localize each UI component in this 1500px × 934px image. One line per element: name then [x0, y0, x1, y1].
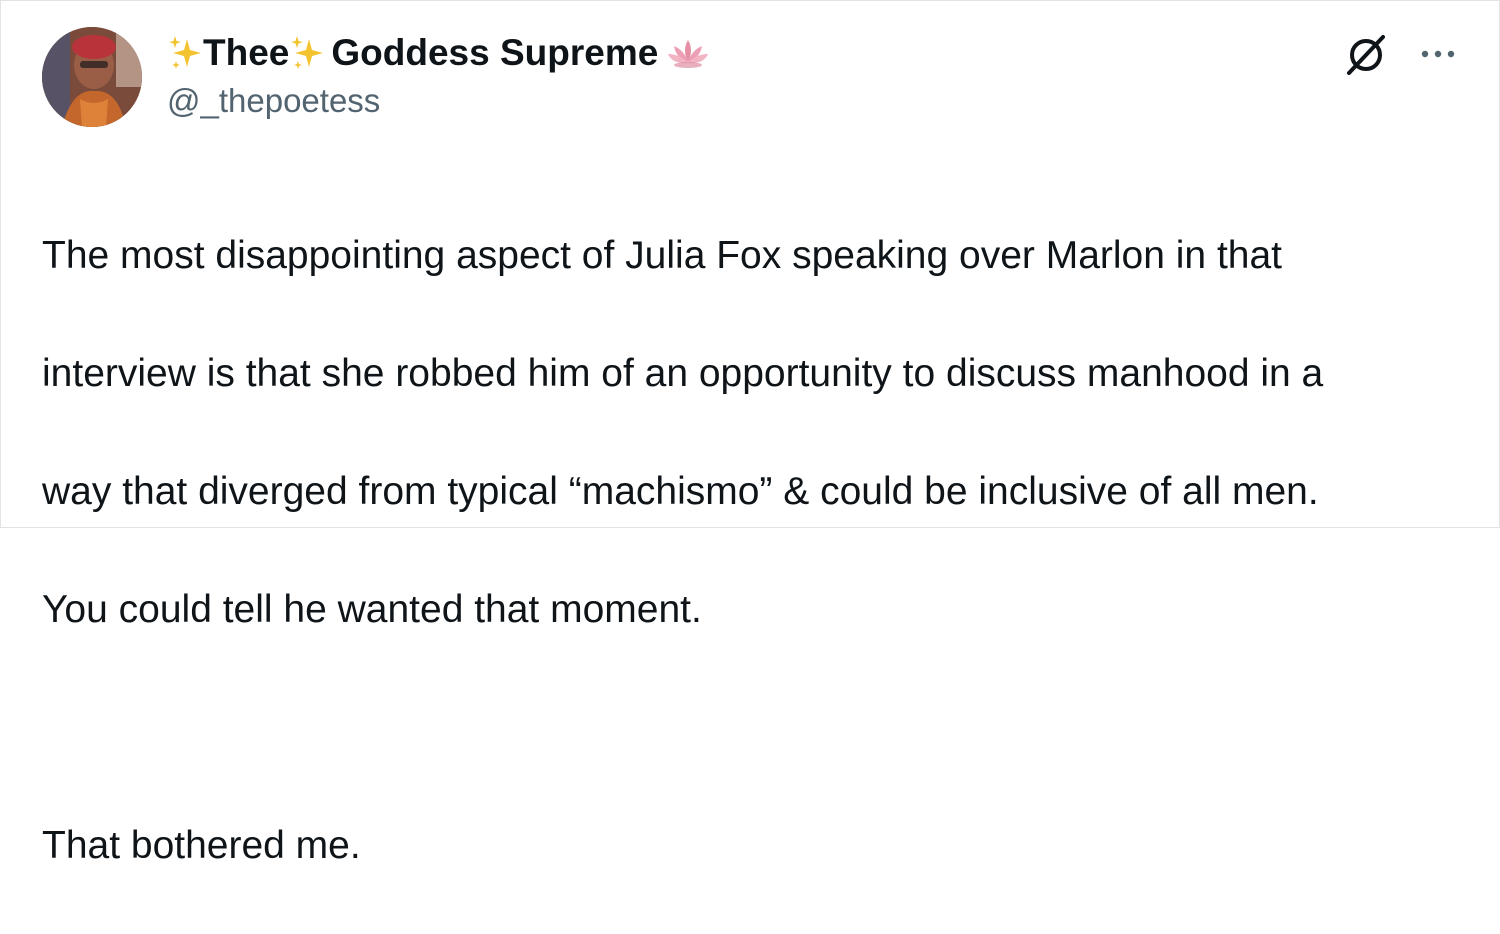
tweet-text-spacer: [42, 698, 1482, 757]
tweet-text-line: You could tell he wanted that moment.: [42, 588, 702, 631]
display-name[interactable]: Thee Goddess Supreme: [167, 31, 710, 75]
grok-icon[interactable]: [1343, 31, 1389, 77]
more-options-icon[interactable]: [1417, 39, 1459, 69]
tweet-card: Thee Goddess Supreme @_thepoetess The mo…: [0, 0, 1500, 867]
avatar[interactable]: [42, 27, 142, 127]
author-handle[interactable]: @_thepoetess: [167, 81, 710, 121]
display-name-part1: Thee: [203, 32, 290, 73]
tweet-text-line: way that diverged from typical “machismo…: [42, 470, 1319, 513]
tweet-text-line: The most disappointing aspect of Julia F…: [42, 234, 1283, 277]
display-name-part2: Goddess Supreme: [331, 32, 659, 73]
tweet-text: The most disappointing aspect of Julia F…: [42, 167, 1482, 934]
sparkles-icon: [291, 36, 324, 69]
sparkles-icon: [169, 36, 201, 69]
tweet-text-line: interview is that she robbed him of an o…: [42, 352, 1324, 395]
lotus-icon: [668, 40, 709, 68]
author-header: Thee Goddess Supreme @_thepoetess: [167, 31, 710, 121]
avatar-photo-icon: [42, 27, 142, 127]
tweet-text-line: That bothered me.: [42, 824, 361, 867]
